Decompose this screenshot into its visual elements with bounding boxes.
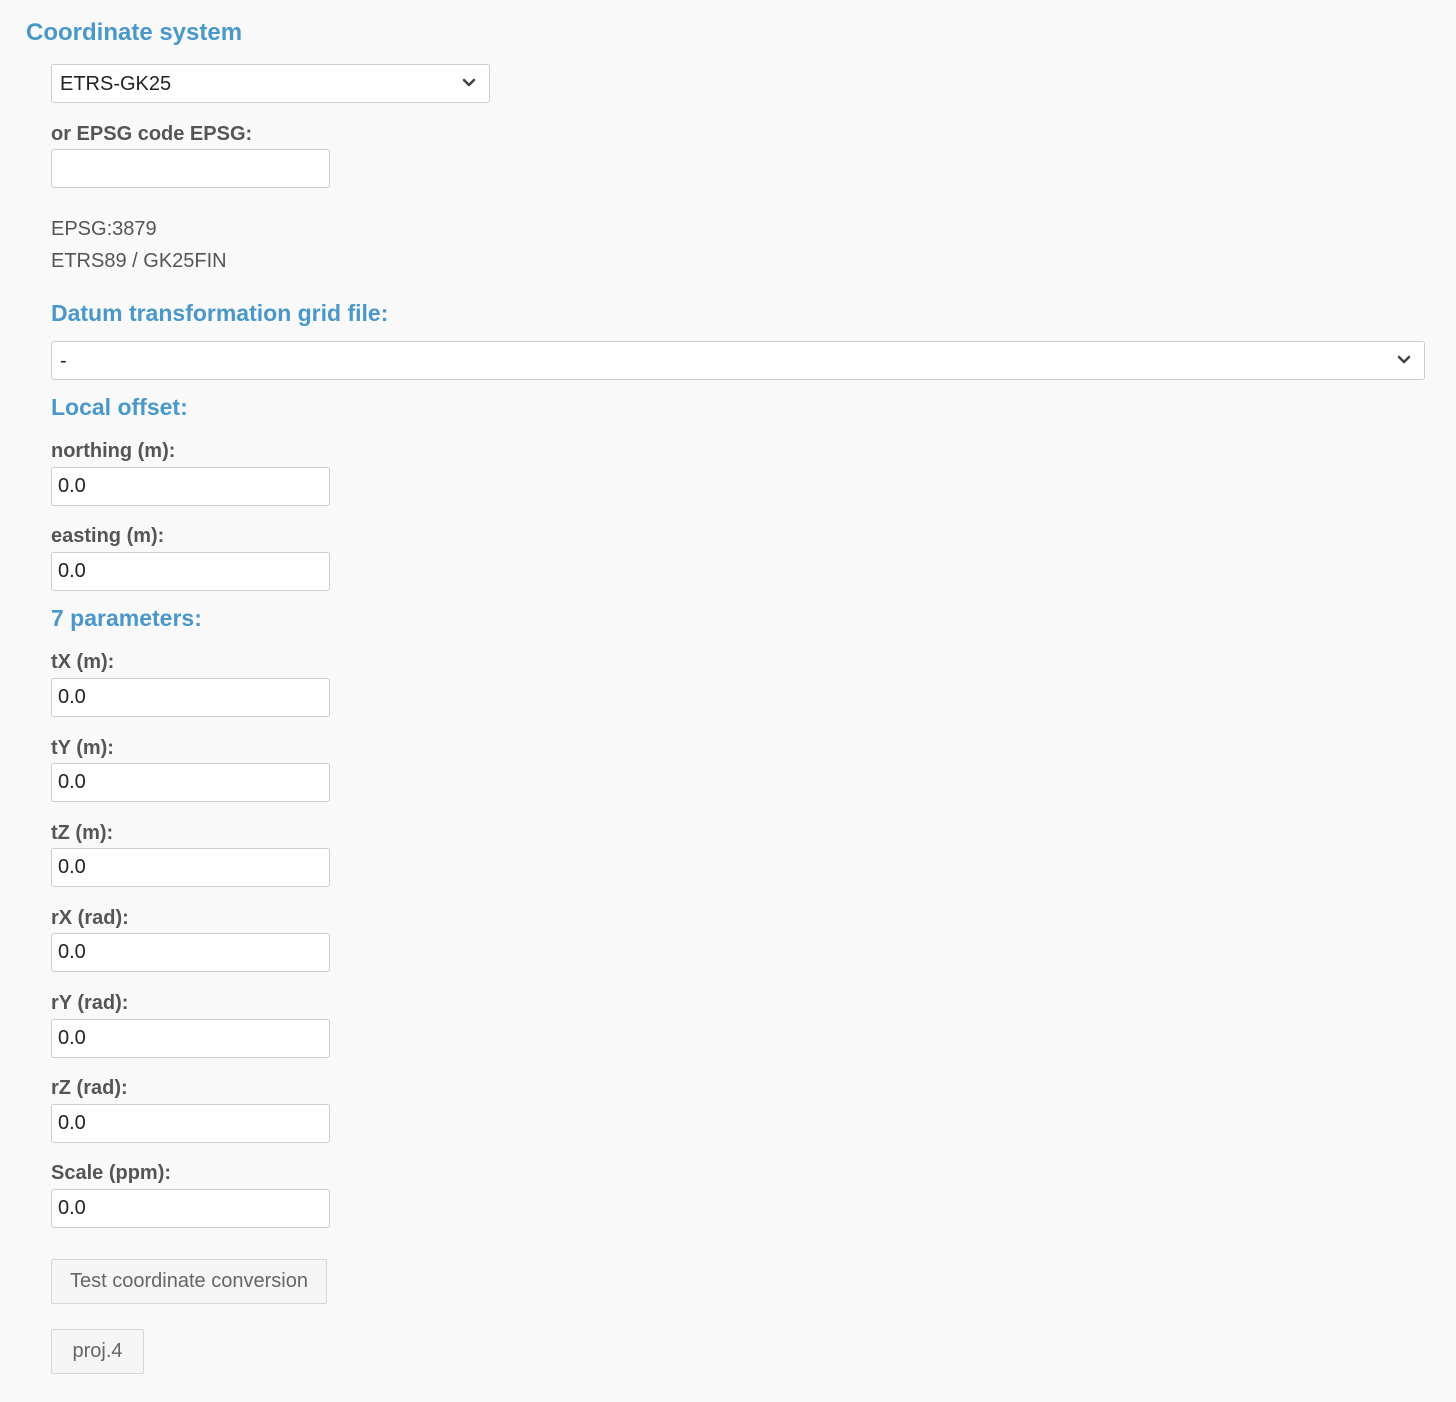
rx-label: rX (rad): (51, 907, 129, 929)
epsg-info-code: EPSG:3879 (51, 218, 157, 240)
tx-input[interactable] (51, 678, 330, 717)
epsg-code-input[interactable] (51, 149, 330, 188)
rx-input[interactable] (51, 933, 330, 972)
easting-label: easting (m): (51, 525, 165, 547)
ty-input[interactable] (51, 763, 330, 802)
scale-input[interactable] (51, 1189, 330, 1228)
test-coordinate-conversion-button[interactable]: Test coordinate conversion (51, 1259, 327, 1304)
chevron-down-icon (462, 78, 476, 87)
seven-parameters-heading: 7 parameters: (51, 605, 202, 631)
rz-label: rZ (rad): (51, 1077, 128, 1099)
tz-label: tZ (m): (51, 822, 114, 844)
scale-label: Scale (ppm): (51, 1162, 172, 1184)
datum-grid-heading: Datum transformation grid file: (51, 300, 389, 326)
northing-label: northing (m): (51, 440, 176, 462)
coordinate-system-select[interactable]: ETRS-GK25 (51, 64, 490, 103)
easting-input[interactable] (51, 552, 330, 591)
proj4-button[interactable]: proj.4 (51, 1329, 144, 1374)
tz-input[interactable] (51, 848, 330, 887)
datum-grid-selected-value: - (60, 350, 67, 372)
rz-input[interactable] (51, 1104, 330, 1143)
epsg-code-label: or EPSG code EPSG: (51, 123, 253, 145)
coordinate-system-heading: Coordinate system (26, 19, 243, 46)
local-offset-heading: Local offset: (51, 394, 188, 420)
datum-grid-select[interactable]: - (51, 341, 1425, 380)
coordinate-system-selected-value: ETRS-GK25 (60, 73, 172, 95)
ty-label: tY (m): (51, 737, 114, 759)
ry-label: rY (rad): (51, 992, 129, 1014)
chevron-down-icon (1397, 355, 1411, 364)
ry-input[interactable] (51, 1019, 330, 1058)
tx-label: tX (m): (51, 651, 115, 673)
northing-input[interactable] (51, 467, 330, 506)
epsg-info-name: ETRS89 / GK25FIN (51, 250, 227, 272)
